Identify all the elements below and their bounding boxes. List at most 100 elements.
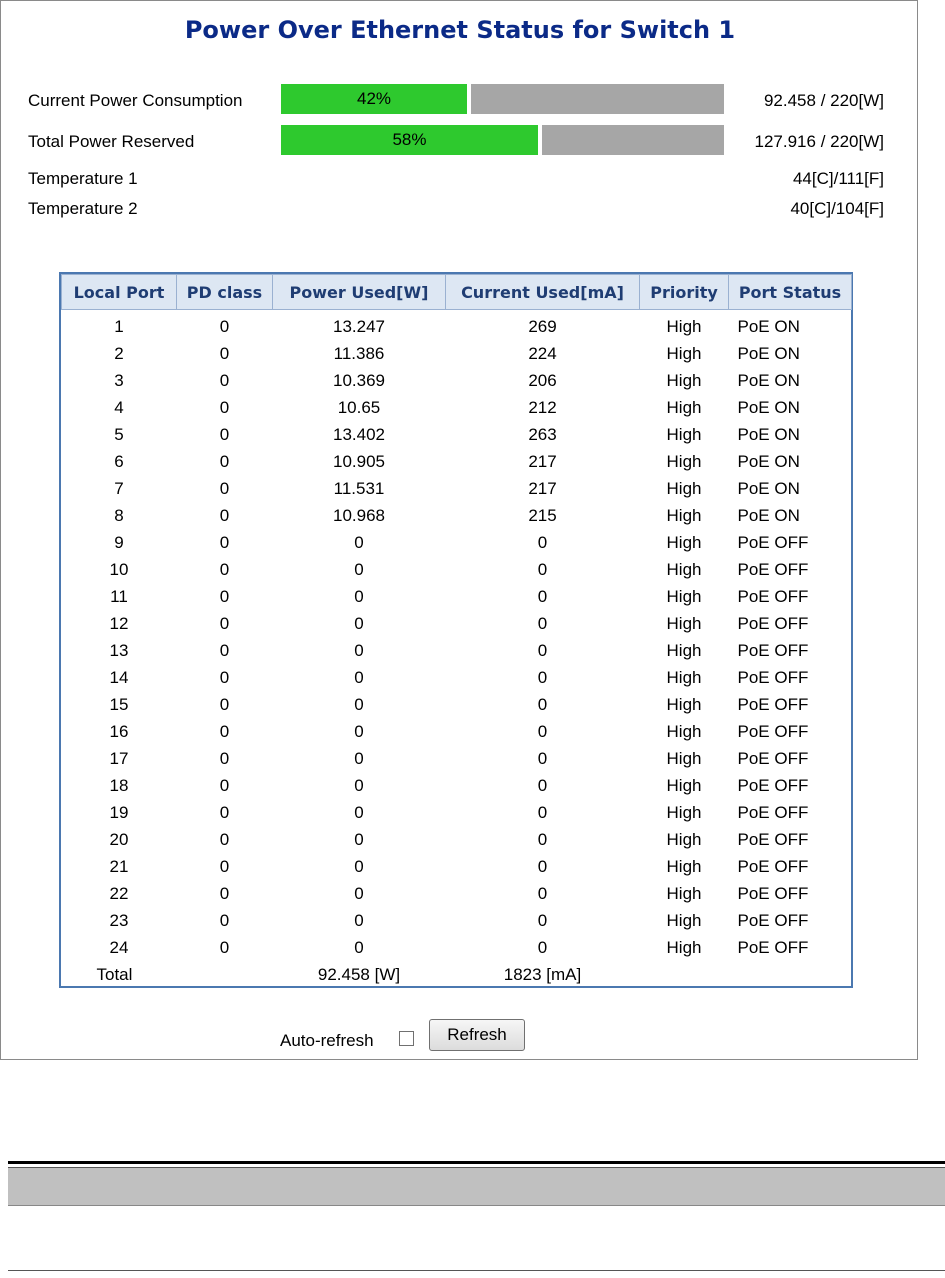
cell-port-status: PoE OFF: [737, 748, 809, 768]
table-row: 22 0 0 0 High PoE OFF: [62, 880, 852, 907]
cell-priority: High: [666, 397, 702, 417]
cell-port-status: PoE OFF: [737, 775, 809, 795]
cell-power-used: 10.65: [337, 397, 381, 417]
cell-current-used: 212: [528, 397, 557, 417]
cell-current-used: 263: [528, 424, 557, 444]
header-local-port: Local Port: [61, 274, 177, 310]
cell-port-status: PoE ON: [737, 343, 800, 363]
cell-pd-class: 0: [219, 748, 230, 768]
cell-power-used: 0: [354, 640, 364, 660]
cell-pd-class: 0: [219, 829, 230, 849]
cell-power-used: 0: [354, 910, 364, 930]
table-row: 2 0 11.386 224 High PoE ON: [62, 340, 852, 367]
table-row: 24 0 0 0 High PoE OFF: [62, 934, 852, 961]
section-header-band: [8, 1167, 945, 1206]
cell-priority: High: [666, 802, 702, 822]
auto-refresh-label: Auto-refresh: [280, 1031, 374, 1050]
cell-port-status: PoE OFF: [737, 829, 809, 849]
cell-local-port: 5: [114, 424, 124, 444]
cell-port-status: PoE OFF: [737, 586, 809, 606]
table-row: 5 0 13.402 263 High PoE ON: [62, 421, 852, 448]
table-row: 21 0 0 0 High PoE OFF: [62, 853, 852, 880]
table-row: 11 0 0 0 High PoE OFF: [62, 583, 852, 610]
cell-power-used: 10.968: [333, 505, 385, 525]
cell-local-port: 15: [109, 694, 129, 714]
total-label: Total: [96, 964, 133, 984]
cell-current-used: 0: [537, 667, 548, 687]
cell-power-used: 0: [354, 937, 364, 957]
cell-port-status: PoE OFF: [737, 883, 809, 903]
cell-priority: High: [666, 613, 702, 633]
cell-port-status: PoE ON: [737, 397, 800, 417]
table-row: 6 0 10.905 217 High PoE ON: [62, 448, 852, 475]
port-status-table: Local Port PD class Power Used[W] Curren…: [59, 272, 853, 988]
cell-local-port: 17: [109, 748, 129, 768]
table-row: 3 0 10.369 206 High PoE ON: [62, 367, 852, 394]
cell-current-used: 215: [528, 505, 557, 525]
total-pd-class: [177, 961, 273, 988]
cell-pd-class: 0: [219, 802, 230, 822]
cell-power-used: 13.247: [333, 316, 385, 336]
cell-port-status: PoE ON: [737, 478, 800, 498]
cell-current-used: 0: [537, 559, 548, 579]
cell-current-used: 0: [537, 586, 548, 606]
cell-pd-class: 0: [219, 775, 230, 795]
cell-priority: High: [666, 343, 702, 363]
cell-power-used: 0: [354, 748, 364, 768]
cell-local-port: 8: [114, 505, 124, 525]
cell-local-port: 3: [114, 370, 124, 390]
cell-power-used: 11.386: [333, 343, 385, 363]
cell-priority: High: [666, 694, 702, 714]
current-power-value: 92.458 / 220[W]: [763, 91, 884, 110]
cell-current-used: 0: [537, 640, 548, 660]
cell-power-used: 0: [354, 775, 364, 795]
cell-power-used: 13.402: [333, 424, 385, 444]
cell-local-port: 12: [109, 613, 129, 633]
cell-power-used: 0: [354, 694, 364, 714]
cell-power-used: 0: [354, 829, 364, 849]
cell-pd-class: 0: [219, 424, 230, 444]
cell-local-port: 6: [114, 451, 124, 471]
table-row: 15 0 0 0 High PoE OFF: [62, 691, 852, 718]
cell-pd-class: 0: [219, 451, 230, 471]
total-status: [729, 961, 852, 988]
cell-port-status: PoE OFF: [737, 937, 809, 957]
cell-current-used: 0: [537, 883, 548, 903]
cell-pd-class: 0: [219, 910, 230, 930]
temperature-2-value: 40[C]/104[F]: [790, 199, 884, 218]
cell-priority: High: [666, 883, 702, 903]
cell-current-used: 269: [528, 316, 557, 336]
auto-refresh-checkbox[interactable]: [399, 1031, 414, 1046]
cell-local-port: 16: [109, 721, 129, 741]
cell-port-status: PoE ON: [737, 316, 800, 336]
cell-port-status: PoE OFF: [737, 856, 809, 876]
cell-port-status: PoE ON: [737, 505, 800, 525]
total-reserved-value: 127.916 / 220[W]: [754, 132, 884, 151]
cell-local-port: 14: [109, 667, 129, 687]
cell-priority: High: [666, 667, 702, 687]
cell-port-status: PoE ON: [737, 370, 800, 390]
cell-power-used: 0: [354, 856, 364, 876]
header-power-used: Power Used[W]: [272, 274, 446, 310]
cell-pd-class: 0: [219, 856, 230, 876]
cell-port-status: PoE ON: [737, 451, 800, 471]
cell-local-port: 4: [114, 397, 124, 417]
current-power-bar: 42%: [281, 84, 724, 114]
cell-power-used: 0: [354, 586, 364, 606]
cell-power-used: 11.531: [333, 478, 385, 498]
cell-pd-class: 0: [219, 559, 230, 579]
cell-port-status: PoE OFF: [737, 559, 809, 579]
table-row: 19 0 0 0 High PoE OFF: [62, 799, 852, 826]
table-row: 10 0 0 0 High PoE OFF: [62, 556, 852, 583]
cell-local-port: 19: [109, 802, 129, 822]
cell-port-status: PoE ON: [737, 424, 800, 444]
cell-power-used: 0: [354, 721, 364, 741]
cell-local-port: 11: [110, 586, 128, 606]
header-port-status: Port Status: [728, 274, 852, 310]
cell-current-used: 206: [528, 370, 557, 390]
total-reserved-percent: 58%: [392, 130, 427, 149]
cell-pd-class: 0: [219, 532, 230, 552]
refresh-button[interactable]: Refresh: [429, 1019, 525, 1051]
table-row: 12 0 0 0 High PoE OFF: [62, 610, 852, 637]
cell-power-used: 10.369: [333, 370, 385, 390]
